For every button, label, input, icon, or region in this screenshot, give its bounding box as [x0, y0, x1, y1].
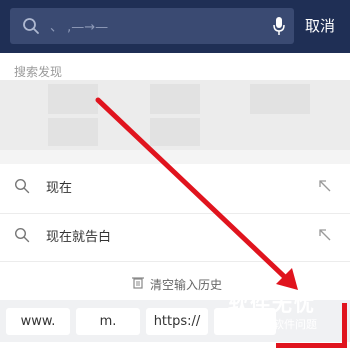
- annotation-box: [276, 303, 347, 348]
- annotation-arrow: [95, 97, 298, 290]
